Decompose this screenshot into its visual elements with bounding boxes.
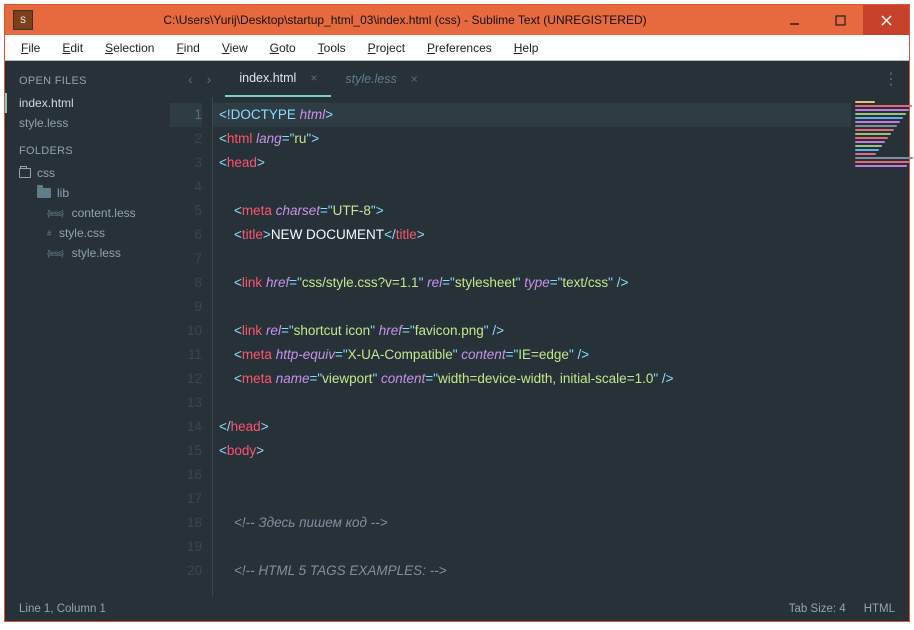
folder-icon: [37, 188, 51, 198]
overflow-menu-icon[interactable]: ⋮: [883, 69, 899, 89]
code-line: [213, 463, 851, 487]
line-number: 20: [170, 559, 202, 583]
line-number: 11: [170, 343, 202, 367]
code-line: [213, 487, 851, 511]
menu-help[interactable]: Help: [506, 39, 547, 57]
sidebar: OPEN FILES index.htmlstyle.less FOLDERS …: [5, 61, 170, 597]
menu-goto[interactable]: Goto: [262, 39, 304, 57]
folders-heading: FOLDERS: [5, 139, 170, 163]
line-number: 17: [170, 487, 202, 511]
code-line: </head>: [213, 415, 851, 439]
status-position[interactable]: Line 1, Column 1: [19, 603, 106, 615]
folder-open-icon: [19, 168, 31, 178]
app-window: S C:\Users\Yurij\Desktop\startup_html_03…: [4, 4, 910, 622]
filetype-icon: {less}: [45, 249, 66, 258]
menu-view[interactable]: View: [214, 39, 256, 57]
tab[interactable]: style.less×: [331, 61, 431, 97]
open-files-heading: OPEN FILES: [5, 69, 170, 93]
line-number: 3: [170, 151, 202, 175]
line-number: 15: [170, 439, 202, 463]
titlebar[interactable]: S C:\Users\Yurij\Desktop\startup_html_03…: [5, 5, 909, 35]
code-line: [213, 535, 851, 559]
line-number: 7: [170, 247, 202, 271]
close-tab-icon[interactable]: ×: [411, 72, 418, 86]
line-number: 9: [170, 295, 202, 319]
close-tab-icon[interactable]: ×: [310, 71, 317, 85]
menu-preferences[interactable]: Preferences: [419, 39, 500, 57]
folder-root[interactable]: css: [5, 163, 170, 183]
status-tabsize[interactable]: Tab Size: 4: [789, 603, 846, 615]
filetype-icon: {less}: [45, 209, 66, 218]
maximize-button[interactable]: [817, 5, 863, 35]
code-line: <body>: [213, 439, 851, 463]
menu-file[interactable]: File: [13, 39, 48, 57]
code-line: <!DOCTYPE html>: [213, 103, 851, 127]
code-line: <meta charset="UTF-8">: [213, 199, 851, 223]
window-title: C:\Users\Yurij\Desktop\startup_html_03\i…: [39, 13, 771, 27]
code-line: <meta http-equiv="X-UA-Compatible" conte…: [213, 343, 851, 367]
code-line: <html lang="ru">: [213, 127, 851, 151]
line-number: 12: [170, 367, 202, 391]
code-line: <link href="css/style.css?v=1.1" rel="st…: [213, 271, 851, 295]
code-line: [213, 295, 851, 319]
tab[interactable]: index.html×: [225, 61, 331, 97]
file-item[interactable]: #style.css: [5, 223, 170, 243]
line-number: 8: [170, 271, 202, 295]
filetype-icon: #: [45, 229, 53, 238]
line-number: 5: [170, 199, 202, 223]
code-line: <meta name="viewport" content="width=dev…: [213, 367, 851, 391]
folder-label: css: [37, 166, 55, 180]
code-line: <head>: [213, 151, 851, 175]
file-item[interactable]: {less}content.less: [5, 203, 170, 223]
gutter: 1234567891011121314151617181920: [170, 97, 212, 597]
code-line: [213, 175, 851, 199]
minimize-button[interactable]: [771, 5, 817, 35]
minimap[interactable]: [851, 97, 909, 597]
menu-find[interactable]: Find: [168, 39, 207, 57]
app-icon: S: [13, 10, 33, 30]
code-line: <!-- HTML 5 TAGS EXAMPLES: -->: [213, 559, 851, 583]
line-number: 13: [170, 391, 202, 415]
open-file-item[interactable]: style.less: [5, 113, 170, 133]
line-number: 4: [170, 175, 202, 199]
line-number: 19: [170, 535, 202, 559]
status-language[interactable]: HTML: [864, 603, 895, 615]
line-number: 10: [170, 319, 202, 343]
statusbar: Line 1, Column 1 Tab Size: 4 HTML: [5, 597, 909, 621]
menu-project[interactable]: Project: [360, 39, 413, 57]
code-editor[interactable]: <!DOCTYPE html><html lang="ru"><head> <m…: [212, 97, 851, 597]
nav-back-icon[interactable]: ‹: [184, 69, 197, 89]
nav-forward-icon[interactable]: ›: [203, 69, 216, 89]
folder-item[interactable]: lib: [5, 183, 170, 203]
menubar: File Edit Selection Find View Goto Tools Projec…: [5, 35, 909, 61]
menu-tools[interactable]: Tools: [310, 39, 354, 57]
code-line: <!-- Здесь пишем код -->: [213, 511, 851, 535]
code-line: <title>NEW DOCUMENT</title>: [213, 223, 851, 247]
code-line: <link rel="shortcut icon" href="favicon.…: [213, 319, 851, 343]
line-number: 16: [170, 463, 202, 487]
code-line: [213, 247, 851, 271]
line-number: 18: [170, 511, 202, 535]
code-line: [213, 391, 851, 415]
line-number: 14: [170, 415, 202, 439]
line-number: 1: [170, 103, 202, 127]
editor-pane: ‹ › index.html×style.less× ⋮ 12345678910…: [170, 61, 909, 597]
line-number: 2: [170, 127, 202, 151]
open-file-item[interactable]: index.html: [5, 93, 170, 113]
file-item[interactable]: {less}style.less: [5, 243, 170, 263]
line-number: 6: [170, 223, 202, 247]
menu-selection[interactable]: Selection: [97, 39, 162, 57]
tabbar: ‹ › index.html×style.less× ⋮: [170, 61, 909, 97]
close-button[interactable]: [863, 5, 909, 35]
menu-edit[interactable]: Edit: [54, 39, 91, 57]
